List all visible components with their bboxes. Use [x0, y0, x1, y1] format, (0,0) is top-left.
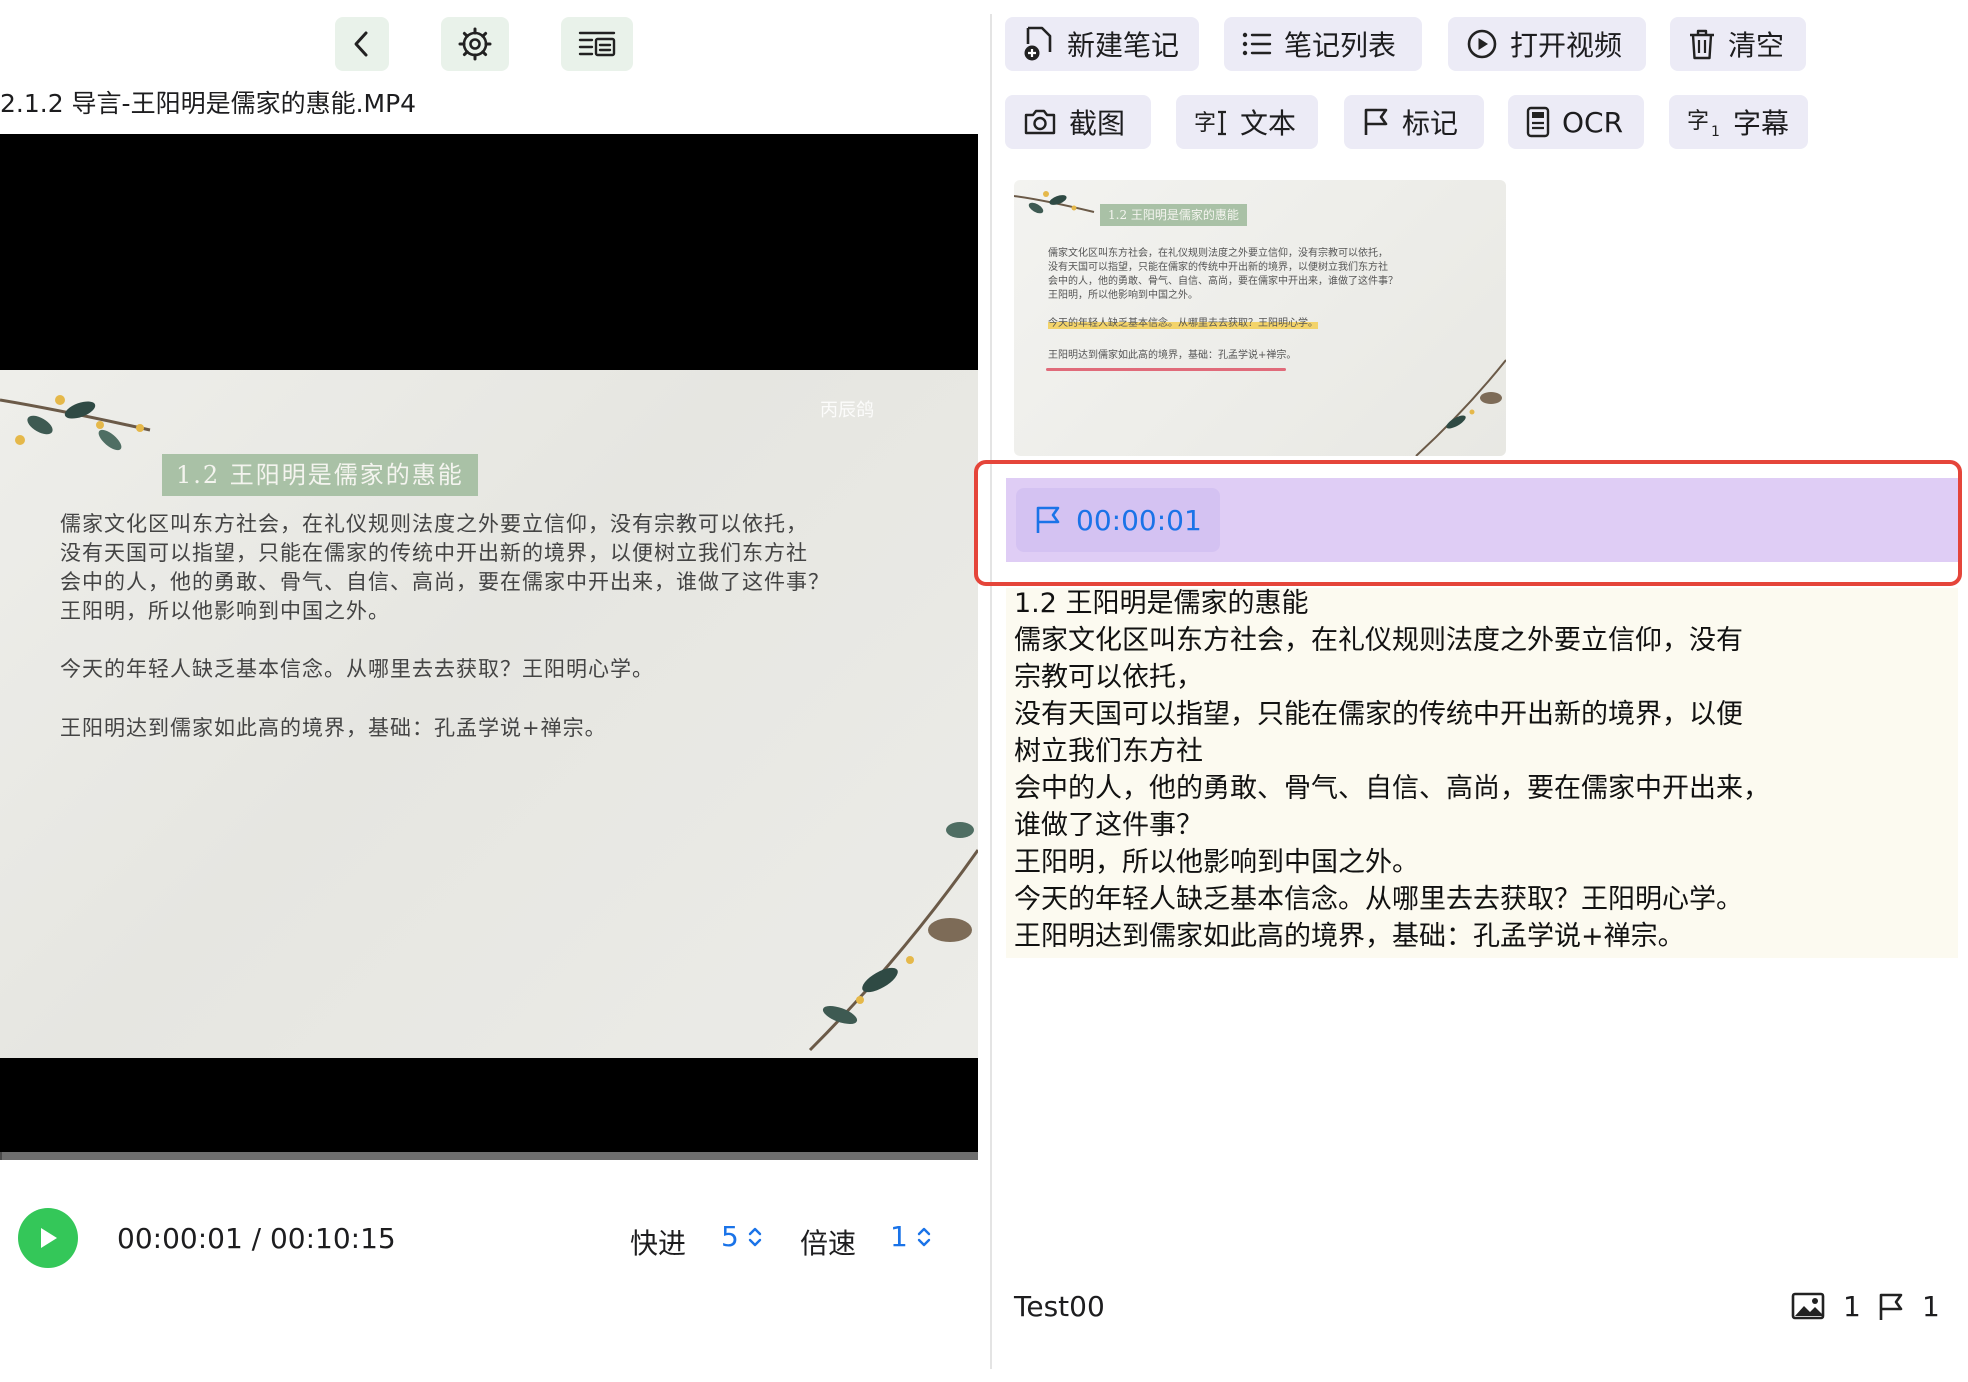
- frame-text-line: 今天的年轻人缺乏基本信念。从哪里去去获取？王阳明心学。: [60, 657, 654, 681]
- svg-text:1: 1: [1711, 124, 1720, 138]
- image-count: 1: [1843, 1290, 1861, 1323]
- settings-button[interactable]: [441, 17, 509, 71]
- video-frame: 丙辰鸽 1.2 王阳明是儒家的惠能 儒家文化区叫东方社会，在礼仪规则法度之外要立…: [0, 370, 978, 1058]
- layout-button[interactable]: [561, 17, 633, 71]
- floral-decoration-icon: [1014, 191, 1095, 214]
- speed-label: 倍速: [800, 1227, 857, 1260]
- updown-chevron-icon: [917, 1227, 931, 1246]
- playback-controls: 00:00:01 / 00:10:15 快进 5 倍速 1: [0, 1198, 990, 1282]
- mark-button[interactable]: 标记: [1344, 95, 1484, 149]
- play-circle-icon: [1467, 29, 1497, 59]
- note-text-line: 今天的年轻人缺乏基本信念。从哪里去去获取？王阳明心学。: [1014, 884, 1743, 915]
- thumbnail-underline: [1046, 368, 1286, 371]
- mark-label: 标记: [1402, 107, 1459, 140]
- new-note-label: 新建笔记: [1067, 29, 1180, 62]
- video-title: 2.1.2 导言-王阳明是儒家的惠能.MP4: [0, 89, 417, 118]
- note-text-line: 谁做了这件事？: [1014, 810, 1203, 841]
- open-video-button[interactable]: 打开视频: [1448, 17, 1646, 71]
- screenshot-button[interactable]: 截图: [1005, 95, 1151, 149]
- list-layout-icon: [578, 31, 616, 57]
- trash-icon: [1690, 29, 1714, 60]
- floral-decoration-icon: [1415, 359, 1506, 456]
- frame-heading: 1.2 王阳明是儒家的惠能: [162, 454, 478, 496]
- forward-stepper[interactable]: 5: [721, 1220, 763, 1253]
- svg-text:字: 字: [1687, 109, 1709, 134]
- note-text-line: 儒家文化区叫东方社会，在礼仪规则法度之外要立信仰，没有: [1014, 625, 1743, 656]
- clear-label: 清空: [1728, 29, 1785, 62]
- mark-count: 1: [1922, 1290, 1940, 1323]
- thumbnail-text-line: 王阳明达到儒家如此高的境界，基础：孔孟学说+禅宗。: [1048, 350, 1297, 361]
- image-icon: [1791, 1292, 1825, 1320]
- gear-icon: [458, 27, 492, 61]
- note-text-line: 王阳明，所以他影响到中国之外。: [1014, 847, 1419, 878]
- frame-text-line: 儒家文化区叫东方社会，在礼仪规则法度之外要立信仰，没有宗教可以依托，: [60, 512, 808, 536]
- video-watermark: 丙辰鸽: [820, 400, 874, 421]
- floral-decoration-icon: [0, 395, 151, 451]
- note-list-label: 笔记列表: [1284, 29, 1397, 62]
- pane-divider[interactable]: [990, 14, 992, 1369]
- play-icon: [41, 1228, 57, 1248]
- text-icon: 字: [1194, 110, 1226, 136]
- note-text-line: 王阳明达到儒家如此高的境界，基础：孔孟学说+禅宗。: [1014, 921, 1685, 952]
- ocr-label: OCR: [1562, 105, 1624, 139]
- thumbnail-text-line: 王阳明，所以他影响到中国之外。: [1048, 290, 1198, 301]
- ocr-icon: [1526, 106, 1550, 138]
- note-text-line: 会中的人，他的勇敢、骨气、自信、高尚，要在儒家中开出来，: [1014, 773, 1770, 804]
- note-text-block[interactable]: 1.2 王阳明是儒家的惠能 儒家文化区叫东方社会，在礼仪规则法度之外要立信仰，没…: [1006, 588, 1958, 958]
- frame-text-line: 王阳明，所以他影响到中国之外。: [60, 599, 390, 623]
- flag-icon: [1879, 1293, 1903, 1320]
- subtitle-button[interactable]: 字 1 字幕: [1669, 95, 1808, 149]
- note-list-button[interactable]: 笔记列表: [1224, 17, 1422, 71]
- text-label: 文本: [1240, 107, 1297, 140]
- subtitle-icon: 字 1: [1687, 109, 1720, 138]
- forward-value: 5: [721, 1220, 739, 1253]
- frame-text-line: 王阳明达到儒家如此高的境界，基础：孔孟学说+禅宗。: [60, 716, 607, 740]
- thumbnail-text-line: 会中的人，他的勇敢、骨气、自信、高尚，要在儒家中开出来，谁做了这件事？: [1048, 276, 1398, 287]
- note-text-line: 1.2 王阳明是儒家的惠能: [1014, 588, 1309, 619]
- forward-label: 快进: [630, 1227, 687, 1260]
- svg-text:字: 字: [1194, 111, 1216, 136]
- back-button[interactable]: [335, 17, 389, 71]
- list-icon: [1242, 32, 1272, 56]
- thumbnail-text-line: 今天的年轻人缺乏基本信念。从哪里去去获取？王阳明心学。: [1048, 314, 1318, 329]
- text-button[interactable]: 字 文本: [1176, 95, 1318, 149]
- subtitle-label: 字幕: [1733, 107, 1790, 140]
- speed-stepper[interactable]: 1: [890, 1220, 932, 1253]
- frame-text-line: 没有天国可以指望，只能在儒家的传统中开出新的境界，以便树立我们东方社: [60, 541, 808, 565]
- note-name: Test00: [1014, 1290, 1105, 1323]
- ocr-button[interactable]: OCR: [1508, 95, 1644, 149]
- screenshot-label: 截图: [1069, 107, 1126, 140]
- new-note-button[interactable]: 新建笔记: [1005, 17, 1199, 71]
- flag-icon: [1364, 108, 1388, 135]
- thumbnail-heading: 1.2 王阳明是儒家的惠能: [1100, 204, 1247, 226]
- camera-icon: [1024, 109, 1056, 135]
- video-player[interactable]: 丙辰鸽 1.2 王阳明是儒家的惠能 儒家文化区叫东方社会，在礼仪规则法度之外要立…: [0, 134, 978, 1152]
- updown-chevron-icon: [748, 1227, 762, 1246]
- frame-text-line: 会中的人，他的勇敢、骨气、自信、高尚，要在儒家中开出来，谁做了这件事？: [60, 570, 830, 594]
- note-text-line: 没有天国可以指望，只能在儒家的传统中开出新的境界，以便: [1014, 699, 1743, 730]
- video-pane: 2.1.2 导言-王阳明是儒家的惠能.MP4 丙辰鸽 1.2 王阳明是儒家的惠能…: [0, 0, 990, 1382]
- note-text-line: 树立我们东方社: [1014, 736, 1203, 767]
- progress-fill: [0, 1152, 2, 1160]
- play-button[interactable]: [18, 1208, 78, 1268]
- thumbnail-text-line: 没有天国可以指望，只能在儒家的传统中开出新的境界，以便树立我们东方社: [1048, 262, 1388, 273]
- floral-decoration-icon: [808, 822, 978, 1052]
- chevron-left-icon: [354, 31, 368, 57]
- new-note-icon: [1024, 26, 1052, 61]
- speed-value: 1: [890, 1220, 908, 1253]
- open-video-label: 打开视频: [1510, 29, 1623, 62]
- thumbnail-text-line: 儒家文化区叫东方社会，在礼仪规则法度之外要立信仰，没有宗教可以依托，: [1048, 248, 1388, 259]
- clear-button[interactable]: 清空: [1670, 17, 1806, 71]
- progress-bar[interactable]: [0, 1152, 978, 1160]
- time-display: 00:00:01 / 00:10:15: [117, 1222, 396, 1255]
- selection-highlight: [974, 460, 1962, 586]
- screenshot-thumbnail[interactable]: 1.2 王阳明是儒家的惠能 儒家文化区叫东方社会，在礼仪规则法度之外要立信仰，没…: [1014, 180, 1506, 456]
- note-text-line: 宗教可以依托，: [1014, 662, 1203, 693]
